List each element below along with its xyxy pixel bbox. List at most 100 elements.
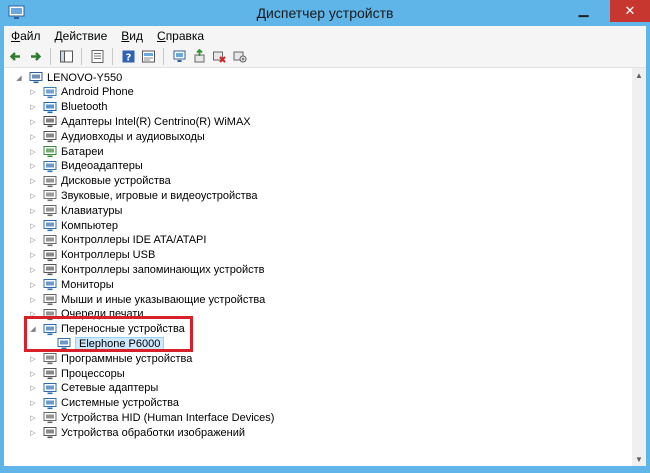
tree-node[interactable]: ▷ Программные устройства: [30, 351, 192, 366]
tree-node[interactable]: ▷ Процессоры: [30, 366, 124, 381]
toolbar-separator: [50, 47, 51, 65]
tree-expand-icon[interactable]: ▷: [28, 174, 38, 189]
menu-item-2[interactable]: Вид: [114, 29, 150, 43]
tree-expand-icon[interactable]: ▷: [28, 129, 38, 144]
disable-device-icon[interactable]: [211, 48, 228, 65]
menu-item-3[interactable]: Справка: [150, 29, 211, 43]
tree-node-label: Видеоадаптеры: [61, 160, 143, 173]
close-button[interactable]: ✕: [610, 0, 650, 22]
tree-node-label: Компьютер: [61, 219, 118, 232]
audio-icon: [42, 130, 57, 144]
tree-expand-icon[interactable]: ▷: [28, 114, 38, 129]
tree-expand-icon[interactable]: ▷: [28, 218, 38, 233]
back-icon[interactable]: [7, 48, 24, 65]
tree-node[interactable]: ▷ Контроллеры USB: [30, 248, 155, 263]
tree-expand-icon[interactable]: ▷: [28, 144, 38, 159]
tree-node[interactable]: ▷ Аудиовходы и аудиовыходы: [30, 129, 205, 144]
tree-node[interactable]: ▷ Компьютер: [30, 218, 118, 233]
bluetooth-icon: [42, 100, 57, 114]
device-manager-window: Диспетчер устройств ▁ ✕ Файл Действие Вид С…: [0, 0, 650, 473]
tree-collapse-icon[interactable]: ◢: [14, 70, 24, 85]
tree-node-label: Сетевые адаптеры: [61, 382, 159, 395]
tree-node-label: Мыши и иные указывающие устройства: [61, 293, 266, 306]
tree-node-label: Аудиовходы и аудиовыходы: [61, 130, 205, 143]
tree-expand-icon[interactable]: ▷: [28, 410, 38, 425]
tree-node[interactable]: ▷ Мониторы: [30, 277, 113, 292]
tree-node[interactable]: ▷ Батареи: [30, 144, 103, 159]
title-bar[interactable]: Диспетчер устройств ▁ ✕: [0, 0, 650, 26]
properties-icon[interactable]: [89, 48, 106, 65]
tree-node[interactable]: ▷ Адаптеры Intel(R) Centrino(R) WiMAX: [30, 114, 250, 129]
tree-node[interactable]: ▷ Контроллеры запоминающих устройств: [30, 262, 264, 277]
scan-hardware-icon[interactable]: [171, 48, 188, 65]
toolbar: ?: [4, 45, 646, 68]
tree-node-label: Дисковые устройства: [61, 175, 171, 188]
tree-node-label: Контроллеры IDE ATA/ATAPI: [61, 234, 207, 247]
tree-node[interactable]: ◢ LENOVO-Y550: [16, 70, 122, 85]
monitor-icon: [42, 278, 57, 292]
svg-text:?: ?: [126, 52, 132, 63]
tree-node[interactable]: ▷ Android Phone: [30, 85, 134, 100]
software-device-icon: [42, 352, 57, 366]
tree-expand-icon[interactable]: ▷: [28, 366, 38, 381]
tree-expand-icon[interactable]: ▷: [28, 203, 38, 218]
tree-node-label: Устройства обработки изображений: [61, 426, 246, 439]
tree-expand-icon[interactable]: ▷: [28, 277, 38, 292]
tree-node[interactable]: ▷ Устройства HID (Human Interface Devices…: [30, 410, 275, 425]
sound-icon: [42, 189, 57, 203]
device-tree-panel[interactable]: ◢ LENOVO-Y550 ▷ Android Phone ▷ Bluetooth ▷ Ада…: [4, 68, 632, 466]
keyboard-icon: [42, 204, 57, 218]
tree-expand-icon[interactable]: ▷: [28, 292, 38, 307]
tree-expand-icon[interactable]: ▷: [28, 381, 38, 396]
highlight-annotation-box: [24, 316, 193, 352]
tree-expand-icon[interactable]: ▷: [28, 188, 38, 203]
tree-expand-icon[interactable]: ▷: [28, 159, 38, 174]
vertical-scrollbar[interactable]: ▲ ▼: [632, 68, 646, 466]
tree-expand-icon[interactable]: ▷: [28, 248, 38, 263]
minimize-button[interactable]: ▁: [570, 0, 597, 20]
tree-node[interactable]: ▷ Сетевые адаптеры: [30, 381, 159, 396]
tree-expand-icon[interactable]: ▷: [28, 425, 38, 440]
toolbar-separator: [112, 47, 113, 65]
tree-expand-icon[interactable]: ▷: [28, 351, 38, 366]
menu-item-1[interactable]: Действие: [48, 29, 115, 43]
update-driver-icon[interactable]: [191, 48, 208, 65]
tree-node[interactable]: ▷ Мыши и иные указывающие устройства: [30, 292, 266, 307]
tree-expand-icon[interactable]: ▷: [28, 85, 38, 100]
forward-icon[interactable]: [27, 48, 44, 65]
scroll-up-icon[interactable]: ▲: [632, 68, 646, 82]
tree-expand-icon[interactable]: ▷: [28, 100, 38, 115]
tree-expand-icon[interactable]: ▷: [28, 396, 38, 411]
tree-node[interactable]: ▷ Звуковые, игровые и видеоустройства: [30, 188, 257, 203]
tree-node[interactable]: ▷ Дисковые устройства: [30, 174, 171, 189]
hid-icon: [42, 411, 57, 425]
computer-icon: [42, 219, 57, 233]
menu-item-0[interactable]: Файл: [4, 29, 48, 43]
tree-node[interactable]: ▷ Видеоадаптеры: [30, 159, 143, 174]
close-icon: ✕: [624, 3, 636, 18]
mouse-icon: [42, 293, 57, 307]
tree-node-label: Устройства HID (Human Interface Devices): [61, 411, 275, 424]
scroll-down-icon[interactable]: ▼: [632, 452, 646, 466]
tree-node[interactable]: ▷ Системные устройства: [30, 396, 179, 411]
disk-icon: [42, 174, 57, 188]
console-tree-icon[interactable]: [58, 48, 75, 65]
tree-expand-icon[interactable]: ▷: [28, 262, 38, 277]
view-icon[interactable]: [140, 48, 157, 65]
help-icon[interactable]: ?: [120, 48, 137, 65]
tree-node[interactable]: ▷ Клавиатуры: [30, 203, 122, 218]
menu-item-label: правка: [165, 28, 205, 43]
battery-icon: [42, 145, 57, 159]
menu-hotkey-letter: Ф: [11, 28, 21, 43]
window-bottom-frame: [4, 466, 646, 469]
processor-icon: [42, 367, 57, 381]
storage-controller-icon: [42, 263, 57, 277]
tree-node[interactable]: ▷ Контроллеры IDE ATA/ATAPI: [30, 233, 207, 248]
tree-node-label: Android Phone: [61, 86, 134, 99]
tree-node[interactable]: ▷ Устройства обработки изображений: [30, 425, 246, 440]
usb-icon: [42, 248, 57, 262]
uninstall-device-icon[interactable]: [231, 48, 248, 65]
minimize-icon: ▁: [578, 2, 589, 17]
tree-node[interactable]: ▷ Bluetooth: [30, 100, 107, 115]
tree-expand-icon[interactable]: ▷: [28, 233, 38, 248]
